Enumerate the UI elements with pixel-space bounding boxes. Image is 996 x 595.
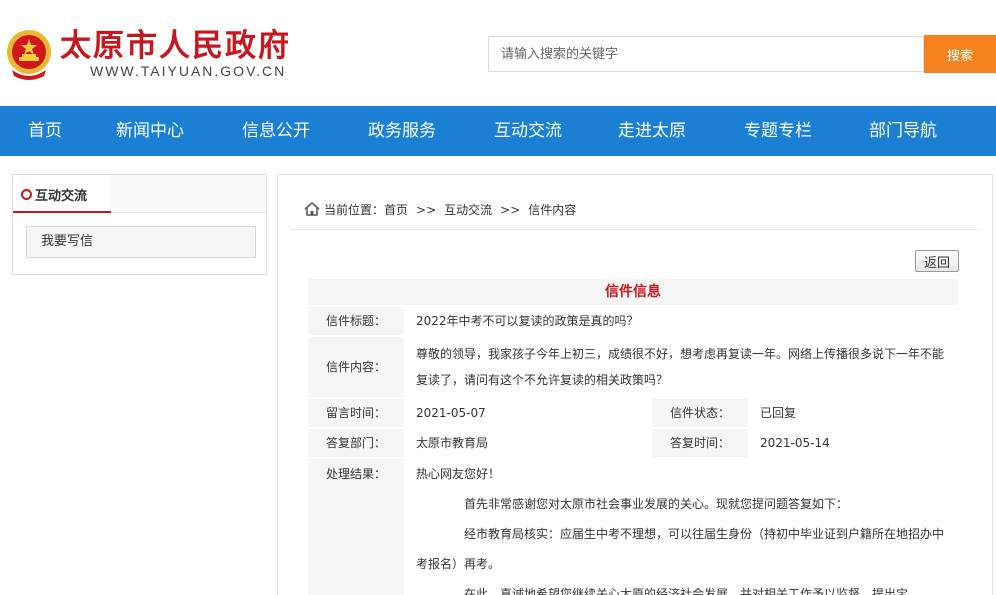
back-button[interactable]: 返回 bbox=[915, 250, 959, 272]
department-label: 答复部门： bbox=[308, 429, 404, 457]
sidebar-title: 互动交流 bbox=[35, 189, 88, 204]
sidebar: 互动交流 我要写信 bbox=[12, 174, 267, 275]
site-header: 太原市人民政府 WWW.TAIYUAN.GOV.CN 搜索 bbox=[0, 0, 996, 106]
main-nav: 首页 新闻中心 信息公开 政务服务 互动交流 走进太原 专题专栏 部门导航 bbox=[0, 106, 996, 156]
nav-item-home[interactable]: 首页 bbox=[28, 106, 62, 156]
reply-time-value: 2021-05-14 bbox=[750, 429, 958, 457]
home-icon bbox=[304, 202, 320, 216]
breadcrumb-interaction[interactable]: 互动交流 bbox=[444, 203, 492, 217]
circle-icon bbox=[21, 189, 32, 200]
result-label: 处理结果： bbox=[308, 459, 404, 595]
section-title: 信件信息 bbox=[308, 279, 958, 305]
result-paragraph: 在此，真诚地希望您继续关心太原的经济社会发展，并对相关工作予以监督，提出宝 bbox=[464, 587, 909, 595]
date-value: 2021-05-07 bbox=[406, 399, 650, 427]
content-label: 信件内容： bbox=[308, 337, 404, 397]
result-paragraph: 首先非常感谢您对太原市社会事业发展的关心。现就您提问题答复如下： bbox=[464, 497, 849, 511]
status-label: 信件状态： bbox=[652, 399, 748, 427]
nav-item-services[interactable]: 政务服务 bbox=[368, 106, 436, 156]
nav-item-news[interactable]: 新闻中心 bbox=[116, 106, 184, 156]
site-url: WWW.TAIYUAN.GOV.CN bbox=[90, 63, 287, 79]
reply-time-label: 答复时间： bbox=[652, 429, 748, 457]
title-label: 信件标题： bbox=[308, 307, 404, 335]
breadcrumb-trail: 当前位置：首页 >> 互动交流 >> 信件内容 bbox=[324, 201, 576, 218]
result-greeting: 热心网友您好！ bbox=[416, 467, 501, 481]
search-button[interactable]: 搜索 bbox=[924, 35, 996, 73]
sidebar-item-write-letter[interactable]: 我要写信 bbox=[26, 226, 256, 258]
result-value: 热心网友您好！ 首先非常感谢您对太原市社会事业发展的关心。现就您提问题答复如下：… bbox=[406, 459, 958, 595]
letter-panel: 当前位置：首页 >> 互动交流 >> 信件内容 返回 信件信息 信件标题： 2022年中… bbox=[277, 174, 993, 595]
nav-item-topics[interactable]: 专题专栏 bbox=[744, 106, 812, 156]
nav-item-interaction[interactable]: 互动交流 bbox=[494, 106, 562, 156]
nav-item-about[interactable]: 走进太原 bbox=[618, 106, 686, 156]
department-value: 太原市教育局 bbox=[406, 429, 650, 457]
breadcrumb-prefix: 当前位置： bbox=[324, 203, 385, 217]
date-label: 留言时间： bbox=[308, 399, 404, 427]
title-value: 2022年中考不可以复读的政策是真的吗？ bbox=[406, 307, 958, 335]
breadcrumb-separator: >> bbox=[416, 203, 437, 217]
content-value: 尊敬的领导，我家孩子今年上初三，成绩很不好，想考虑再复读一年。网络上传播很多说下… bbox=[406, 337, 958, 397]
nav-item-info[interactable]: 信息公开 bbox=[242, 106, 310, 156]
breadcrumb-home[interactable]: 首页 bbox=[384, 203, 408, 217]
site-title: 太原市人民政府 bbox=[60, 28, 291, 64]
sidebar-header: 互动交流 bbox=[13, 175, 266, 213]
sidebar-tab: 互动交流 bbox=[13, 175, 111, 213]
status-value: 已回复 bbox=[750, 399, 958, 427]
national-emblem-icon bbox=[7, 30, 51, 80]
breadcrumb-separator: >> bbox=[500, 203, 521, 217]
nav-item-departments[interactable]: 部门导航 bbox=[869, 106, 937, 156]
result-paragraph: 经市教育局核实：应届生中考不理想，可以往届生身份（持初中毕业证到户籍所在地招办中… bbox=[416, 527, 945, 571]
search-input[interactable] bbox=[488, 36, 924, 72]
breadcrumb-current: 信件内容 bbox=[528, 203, 577, 217]
breadcrumb: 当前位置：首页 >> 互动交流 >> 信件内容 bbox=[290, 196, 980, 230]
